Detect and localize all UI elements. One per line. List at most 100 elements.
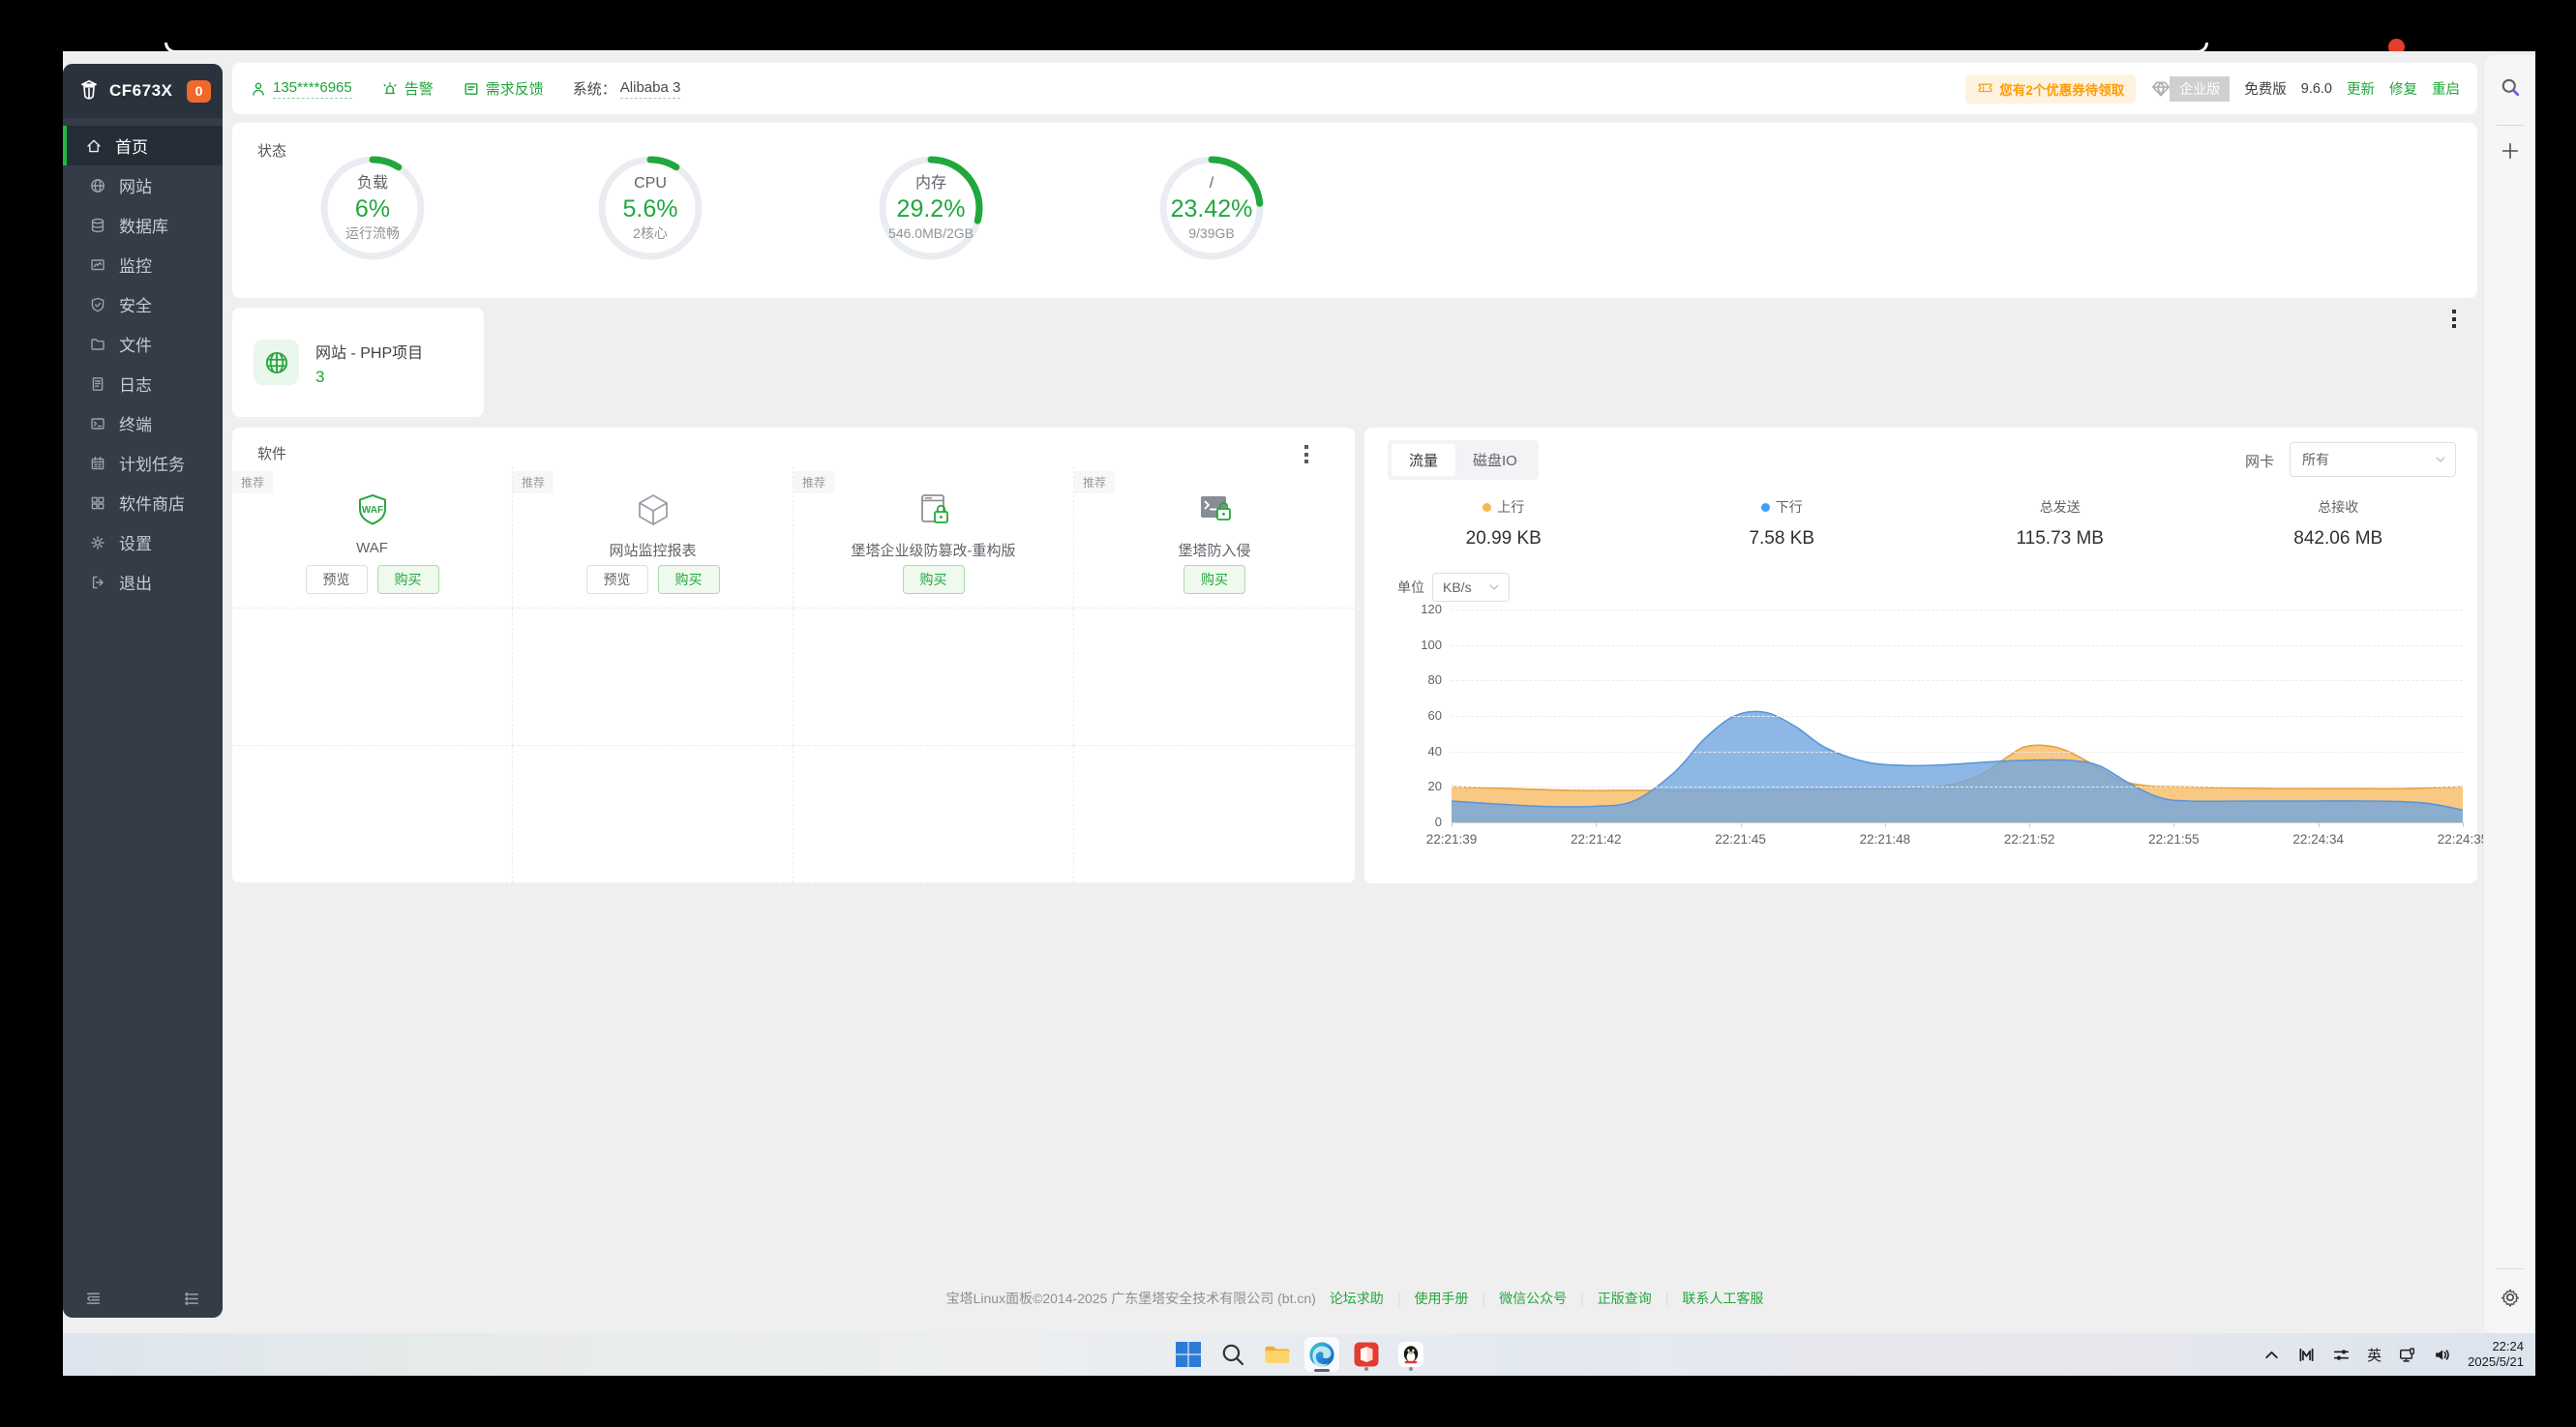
coupon-icon bbox=[1977, 80, 1993, 97]
system-value[interactable]: Alibaba 3 bbox=[620, 79, 681, 99]
stat-value: 7.58 KB bbox=[1643, 528, 1922, 550]
add-icon[interactable] bbox=[2500, 140, 2521, 162]
repair-link[interactable]: 修复 bbox=[2389, 78, 2417, 99]
menu-list-icon[interactable] bbox=[183, 1290, 201, 1308]
network-icon[interactable] bbox=[2398, 1346, 2416, 1364]
buy-button[interactable]: 购买 bbox=[903, 565, 965, 594]
sidebar-item-terminal[interactable]: 终端 bbox=[63, 403, 223, 443]
file-explorer[interactable] bbox=[1260, 1337, 1295, 1372]
red-office-app[interactable] bbox=[1349, 1337, 1384, 1372]
sidebar-item-label: 软件商店 bbox=[119, 491, 185, 515]
ime-indicator[interactable]: 英 bbox=[2367, 1345, 2381, 1365]
terminal-icon bbox=[89, 415, 106, 432]
y-tick-label: 120 bbox=[1403, 602, 1442, 616]
website-row-more-icon[interactable] bbox=[2452, 310, 2456, 328]
account-phone[interactable]: 135****6965 bbox=[273, 79, 352, 99]
account-item[interactable]: 135****6965 bbox=[250, 79, 352, 99]
website-card[interactable]: 网站 - PHP项目 3 bbox=[232, 308, 484, 417]
footer-link[interactable]: 论坛求助 bbox=[1330, 1291, 1384, 1306]
x-tick-label: 22:21:45 bbox=[1715, 832, 1766, 847]
enterprise-badge[interactable]: 企业版 bbox=[2150, 76, 2230, 102]
traffic-chart: 02040608010012022:21:3922:21:4222:21:452… bbox=[1452, 609, 2463, 822]
alarm-item[interactable]: 告警 bbox=[381, 78, 434, 99]
collapse-sidebar-icon[interactable] bbox=[84, 1290, 103, 1308]
tray-sliders-icon[interactable] bbox=[2332, 1346, 2351, 1364]
sidebar-item-label: 网站 bbox=[119, 173, 152, 197]
monitor-card: 流量磁盘IO 网卡 所有 上行 20.99 KB下行 7.58 KB总发送 11… bbox=[1364, 428, 2477, 883]
stat-label: 总发送 bbox=[2040, 497, 2081, 517]
qq-app[interactable] bbox=[1393, 1337, 1428, 1372]
waf-shield-icon: WAF bbox=[350, 488, 395, 532]
feedback-item[interactable]: 需求反馈 bbox=[463, 78, 544, 99]
gauge-sub: 546.0MB/2GB bbox=[888, 225, 973, 242]
logout-icon bbox=[89, 574, 106, 591]
coupon-banner[interactable]: 您有2个优惠券待领取 bbox=[1965, 74, 2136, 104]
buy-button[interactable]: 购买 bbox=[1183, 565, 1245, 594]
x-tick bbox=[2173, 822, 2174, 827]
footer-link[interactable]: 微信公众号 bbox=[1499, 1291, 1567, 1306]
taskbar-clock[interactable]: 22:24 2025/5/21 bbox=[2468, 1339, 2524, 1370]
windows-start[interactable] bbox=[1171, 1337, 1206, 1372]
footer-link[interactable]: 使用手册 bbox=[1414, 1291, 1468, 1306]
tab-traffic[interactable]: 流量 bbox=[1392, 444, 1455, 476]
sidebar-item-label: 终端 bbox=[119, 411, 152, 435]
taskbar-search[interactable] bbox=[1215, 1337, 1250, 1372]
status-title: 状态 bbox=[257, 140, 286, 161]
website-count[interactable]: 3 bbox=[315, 368, 324, 387]
tray-m-app-icon[interactable] bbox=[2297, 1346, 2316, 1364]
rail-divider bbox=[2497, 125, 2524, 126]
alarm-label[interactable]: 告警 bbox=[404, 78, 434, 99]
gauge-value: 29.2% bbox=[897, 194, 966, 223]
search-icon[interactable] bbox=[2500, 76, 2521, 98]
sidebar-item-grid[interactable]: 软件商店 bbox=[63, 483, 223, 522]
sidebar-item-calendar[interactable]: 计划任务 bbox=[63, 443, 223, 483]
x-axis-line bbox=[1452, 822, 2463, 823]
sidebar-item-gear[interactable]: 设置 bbox=[63, 522, 223, 562]
version-number[interactable]: 9.6.0 bbox=[2301, 81, 2332, 97]
chevron-down-icon bbox=[2434, 453, 2447, 466]
tray-chevron-up-icon[interactable] bbox=[2262, 1346, 2281, 1364]
legend-dot bbox=[1761, 503, 1770, 512]
footer-link[interactable]: 联系人工客服 bbox=[1682, 1291, 1763, 1306]
restart-link[interactable]: 重启 bbox=[2432, 78, 2460, 99]
sidebar-item-folder[interactable]: 文件 bbox=[63, 324, 223, 364]
edge-browser[interactable] bbox=[1304, 1337, 1339, 1372]
coupon-text[interactable]: 您有2个优惠券待领取 bbox=[1999, 79, 2124, 99]
empty-grid-cell bbox=[1074, 609, 1355, 746]
tab-disk-io[interactable]: 磁盘IO bbox=[1455, 444, 1535, 476]
netcard-select[interactable]: 所有 bbox=[2290, 442, 2456, 477]
x-tick bbox=[1885, 822, 1886, 827]
sidebar-item-shield[interactable]: 安全 bbox=[63, 284, 223, 324]
taskbar-apps bbox=[1171, 1337, 1428, 1372]
sidebar-item-monitor[interactable]: 监控 bbox=[63, 245, 223, 284]
enterprise-label[interactable]: 企业版 bbox=[2170, 76, 2230, 102]
sidebar-item-file-text[interactable]: 日志 bbox=[63, 364, 223, 403]
system-info[interactable]: 系统： Alibaba 3 bbox=[573, 78, 681, 99]
buy-button[interactable]: 购买 bbox=[377, 565, 439, 594]
footer-link[interactable]: 正版查询 bbox=[1598, 1291, 1652, 1306]
file-text-icon bbox=[89, 375, 106, 393]
volume-icon[interactable] bbox=[2433, 1346, 2451, 1364]
buy-button[interactable]: 购买 bbox=[658, 565, 720, 594]
message-count-badge[interactable]: 0 bbox=[187, 80, 211, 103]
product-card: 推荐 网站监控报表 预览购买 bbox=[513, 466, 794, 609]
empty-grid-cell bbox=[232, 609, 513, 746]
preview-button[interactable]: 预览 bbox=[306, 565, 368, 594]
sidebar-item-database[interactable]: 数据库 bbox=[63, 205, 223, 245]
software-more-icon[interactable] bbox=[1304, 445, 1308, 463]
sidebar-item-globe[interactable]: 网站 bbox=[63, 165, 223, 205]
settings-gear-icon[interactable] bbox=[2500, 1287, 2521, 1308]
feedback-label[interactable]: 需求反馈 bbox=[486, 78, 544, 99]
preview-button[interactable]: 预览 bbox=[586, 565, 648, 594]
sidebar-item-label: 文件 bbox=[119, 332, 152, 356]
sidebar-item-home[interactable]: 首页 bbox=[63, 126, 223, 165]
product-name: 堡塔防入侵 bbox=[1074, 540, 1355, 560]
sidebar-item-label: 首页 bbox=[115, 134, 148, 158]
update-link[interactable]: 更新 bbox=[2347, 78, 2375, 99]
gauge-value: 6% bbox=[355, 194, 390, 223]
unit-select[interactable]: KB/s bbox=[1432, 573, 1510, 602]
windows-taskbar: 英 22:24 2025/5/21 bbox=[63, 1333, 2535, 1376]
top-bar-right: 您有2个优惠券待领取 企业版 免费版 9.6.0 更新 修复 重启 bbox=[1965, 74, 2460, 104]
recommend-badge: 推荐 bbox=[1074, 471, 1115, 493]
sidebar-item-logout[interactable]: 退出 bbox=[63, 562, 223, 602]
